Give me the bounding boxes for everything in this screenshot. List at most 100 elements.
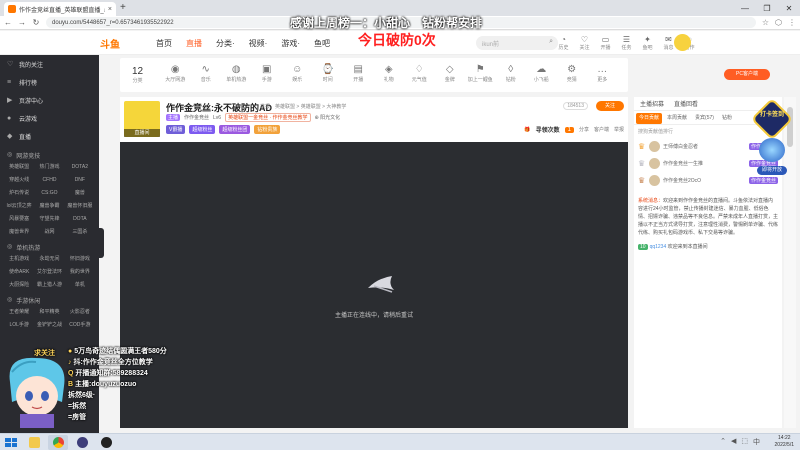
category-item[interactable]: ▣ 手游 (252, 63, 283, 83)
forward-arrow-icon[interactable]: → (18, 18, 26, 27)
sidebar-item-live[interactable]: ◆ 直播 (0, 127, 99, 145)
category-item[interactable]: ◈ 礼物 (374, 63, 405, 83)
sidebar-link[interactable]: LOL手游 (4, 320, 34, 330)
chat-user-name[interactable]: qq1234 (650, 244, 667, 250)
sidebar-item-cloudgame[interactable]: ● 云游戏 (0, 109, 99, 127)
sidebar-link[interactable]: 守望先锋 (34, 214, 64, 224)
category-item[interactable]: ⚙ 竞猜 (557, 63, 588, 83)
sidebar-link[interactable]: DOTA2 (65, 162, 95, 172)
recruit-link[interactable]: 主播招募 (640, 99, 664, 108)
start-stream-button[interactable]: ▭ 开播 (597, 35, 614, 51)
sidebar-link[interactable]: DNF (65, 175, 95, 185)
category-item[interactable]: ♢ 元气值 (404, 63, 435, 83)
tab-diamond[interactable]: 钻粉 (719, 113, 735, 124)
category-item[interactable]: ∿ 音乐 (191, 63, 222, 83)
room-share-info[interactable]: ⊕ 阳光文化 (315, 114, 341, 121)
streamer-avatar[interactable]: 直播间 (124, 101, 160, 137)
sidebar-link[interactable]: 英雄联盟 (4, 162, 34, 172)
streamer-rank-badge[interactable]: 英雄联盟一金竞丝 · 作作金竞丝教学 (225, 113, 311, 122)
taskbar-app[interactable] (96, 435, 116, 450)
sidebar-item-ranking[interactable]: ≡ 排行榜 (0, 73, 99, 91)
room-tag[interactable]: 超级粉丝团 (219, 125, 251, 134)
checkin-promo-widget[interactable]: 打卡签到 即将开放 (750, 97, 794, 178)
taskbar-clock[interactable]: 14:22 2022/5/1 (775, 435, 794, 449)
maximize-button[interactable]: ❐ (756, 0, 778, 16)
site-search-input[interactable]: ikun前 ⌕ (476, 36, 558, 50)
sidebar-link[interactable]: 单机 (65, 280, 95, 290)
sidebar-link[interactable]: 魔兽 (65, 188, 95, 198)
client-button[interactable]: 客户端 (594, 126, 609, 133)
category-item[interactable]: ⚑ 加上一鲤鱼 (465, 63, 496, 83)
category-item[interactable]: … 更多 (587, 63, 618, 83)
sidebar-link[interactable]: lol云顶之弈 (4, 201, 34, 211)
sidebar-collapse-handle[interactable] (98, 228, 104, 258)
category-item[interactable]: ☁ 小飞船 (526, 63, 557, 83)
ime-indicator[interactable]: 中 (753, 437, 760, 447)
tray-expand-icon[interactable]: ⌃ (720, 437, 726, 447)
nav-yuba[interactable]: 鱼吧 (314, 38, 330, 49)
sidebar-link[interactable]: 永劫无间 (34, 254, 64, 264)
category-item[interactable]: ☺ 娱乐 (282, 63, 313, 83)
sidebar-link[interactable]: 魔兽世界 (4, 227, 34, 237)
sidebar-link[interactable]: 火影忍者 (65, 307, 95, 317)
back-arrow-icon[interactable]: ← (4, 18, 12, 27)
taskbar-file-explorer[interactable] (24, 435, 44, 450)
sidebar-link[interactable]: 穿越火线 (4, 175, 34, 185)
category-item[interactable]: ◍ 单机热游 (221, 63, 252, 83)
sidebar-link[interactable]: CFHD (34, 175, 64, 185)
sidebar-item-webgames[interactable]: ▶ 页游中心 (0, 91, 99, 109)
douyu-logo[interactable]: 斗鱼 (100, 36, 120, 51)
room-tag[interactable]: V爵播 (166, 125, 186, 134)
tab-close-icon[interactable]: × (108, 6, 112, 13)
pc-client-button[interactable]: PC客户端 (724, 69, 770, 80)
nav-category[interactable]: 分类· (216, 38, 235, 49)
category-item[interactable]: ◊ 钻粉 (496, 63, 527, 83)
sidebar-link[interactable]: 王者荣耀 (4, 307, 34, 317)
sidebar-link[interactable]: 三国杀 (65, 227, 95, 237)
gift-box-icon[interactable]: 🎁 (524, 127, 530, 133)
sidebar-link[interactable]: 金铲铲之战 (34, 320, 64, 330)
room-tag[interactable]: 超级粉丝 (189, 125, 216, 134)
follow-button[interactable]: 关注 (596, 101, 624, 111)
history-button[interactable]: ◔ 历史 (555, 35, 572, 51)
sidebar-link[interactable]: 主机游戏 (4, 254, 34, 264)
sidebar-link[interactable]: 战网 (34, 227, 64, 237)
streamer-name[interactable]: 作作金竞丝 (184, 114, 209, 121)
bookmark-star-icon[interactable]: ☆ (762, 18, 769, 27)
category-item[interactable]: ▤ 开播 (343, 63, 374, 83)
taskbar-obs[interactable] (72, 435, 92, 450)
yuba-button[interactable]: ✦ 鱼吧 (639, 35, 656, 51)
sidebar-item-my-follow[interactable]: ♡ 我的关注 (0, 55, 99, 73)
claim-label[interactable]: 寻领次数 (536, 125, 560, 134)
close-window-button[interactable]: ✕ (778, 0, 800, 16)
sidebar-link[interactable]: 炉石传说 (4, 188, 34, 198)
reload-icon[interactable]: ↻ (32, 18, 40, 27)
volume-icon[interactable]: ◀ (731, 437, 736, 447)
search-icon[interactable]: ⌕ (549, 38, 553, 46)
category-item[interactable]: ⌚ 时间 (313, 63, 344, 83)
category-item[interactable]: ◉ 大厅网游 (160, 63, 191, 83)
network-icon[interactable]: ⬚ (741, 437, 748, 447)
sidebar-link[interactable]: 和平精英 (34, 307, 64, 317)
replay-link[interactable]: 直播回看 (674, 99, 698, 108)
sidebar-link[interactable]: 怀旧游戏 (65, 254, 95, 264)
windows-start-icon[interactable] (3, 436, 19, 449)
sidebar-link[interactable]: 风暴要塞 (4, 214, 34, 224)
new-tab-button[interactable]: + (120, 2, 126, 13)
browser-menu-icon[interactable]: ⋮ (788, 18, 796, 27)
sidebar-link[interactable]: 我的世界 (65, 267, 95, 277)
share-button[interactable]: 分享 (579, 126, 589, 133)
nav-live[interactable]: 直播 (186, 38, 202, 49)
sidebar-link[interactable]: CS:GO (34, 188, 64, 198)
sidebar-link[interactable]: 使命ARK (4, 267, 34, 277)
sidebar-link[interactable]: COD手游 (65, 320, 95, 330)
room-category-breadcrumb[interactable]: 举报 英雄联盟 > 英雄联盟 > 大神教学 (260, 103, 346, 110)
taskbar-chrome[interactable] (48, 435, 68, 450)
room-tag[interactable]: 钻粉贵族 (254, 125, 281, 134)
nav-home[interactable]: 首页 (156, 38, 172, 49)
sidebar-link[interactable]: 魔兽怀旧服 (65, 201, 95, 211)
user-avatar[interactable] (674, 34, 691, 51)
nav-games[interactable]: 游戏· (281, 38, 300, 49)
category-count[interactable]: 12 分类 (132, 66, 143, 84)
sidebar-link[interactable]: 热门游戏 (34, 162, 64, 172)
